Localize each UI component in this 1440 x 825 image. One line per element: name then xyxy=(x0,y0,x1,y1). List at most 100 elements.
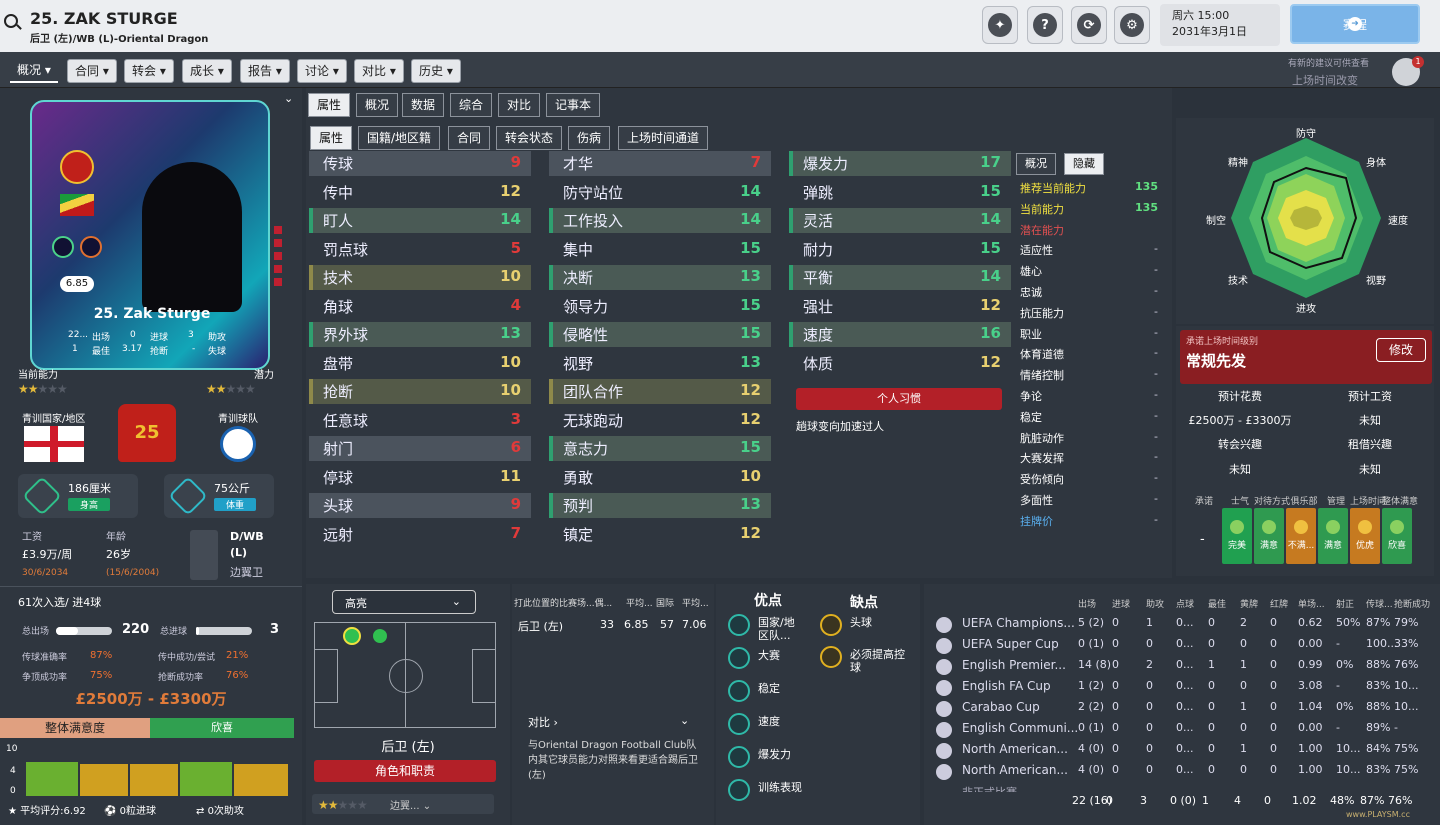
happiness-cell[interactable]: 满意 xyxy=(1254,508,1284,564)
weakness-item[interactable]: 必须提高控球 xyxy=(850,648,910,674)
attribute-row[interactable]: 远射 7 xyxy=(309,522,531,547)
chevron-down-icon[interactable]: ⌄ xyxy=(284,92,293,105)
table-header[interactable]: 助攻 xyxy=(1146,597,1164,610)
tab-transfer[interactable]: 转会 ▾ xyxy=(124,59,174,83)
notification-text[interactable]: 有新的建议可供查看 xyxy=(1288,56,1369,69)
tab-hidden-overview[interactable]: 概况 xyxy=(1016,153,1056,175)
competition-name[interactable]: English Communi... xyxy=(962,721,1078,735)
tab-data[interactable]: 数据 xyxy=(402,93,445,117)
compare-toggle[interactable]: 对比 › xyxy=(528,714,558,730)
table-header[interactable]: 进球 xyxy=(1112,597,1130,610)
continue-button[interactable]: 赛程➜ xyxy=(1290,4,1420,44)
attribute-row[interactable]: 速度 16 xyxy=(789,322,1011,347)
attribute-row[interactable]: 侵略性 15 xyxy=(549,322,771,347)
attribute-row[interactable]: 领导力 15 xyxy=(549,294,771,319)
table-header[interactable]: 点球 xyxy=(1176,597,1194,610)
tab-profile[interactable]: 概况 xyxy=(356,93,399,117)
attribute-row[interactable]: 平衡 14 xyxy=(789,265,1011,290)
attribute-row[interactable]: 盯人 14 xyxy=(309,208,531,233)
happiness-cell[interactable]: 满意 xyxy=(1318,508,1348,564)
notification-text-2[interactable]: 上场时间改变 xyxy=(1292,72,1358,88)
table-header[interactable]: 出场 xyxy=(1078,597,1096,610)
competition-name[interactable]: English FA Cup xyxy=(962,679,1051,693)
strength-item[interactable]: 爆发力 xyxy=(758,748,802,761)
attribute-row[interactable]: 体质 12 xyxy=(789,351,1011,376)
tab-overall[interactable]: 综合 xyxy=(450,93,493,117)
role-select[interactable]: ★★★★★ 边翼... ⌄ xyxy=(312,794,494,814)
attribute-row[interactable]: 决断 13 xyxy=(549,265,771,290)
competition-name[interactable]: North American... xyxy=(962,742,1068,756)
attribute-row[interactable]: 爆发力 17 xyxy=(789,151,1011,176)
happiness-cell[interactable]: 优虎 xyxy=(1350,508,1380,564)
table-header[interactable]: 射正 xyxy=(1336,597,1354,610)
strength-item[interactable]: 速度 xyxy=(758,715,802,728)
table-header[interactable]: 红牌 xyxy=(1270,597,1288,610)
card-dots[interactable] xyxy=(274,226,282,286)
refresh-button[interactable]: ⟳ xyxy=(1071,6,1107,44)
attribute-row[interactable]: 技术 10 xyxy=(309,265,531,290)
attribute-row[interactable]: 意志力 15 xyxy=(549,436,771,461)
subtab-injury[interactable]: 伤病 xyxy=(568,126,611,150)
role-duty-button[interactable]: 角色和职责 xyxy=(314,760,496,782)
subtab-transfer[interactable]: 转会状态 xyxy=(496,126,563,150)
competition-name[interactable]: English Premier... xyxy=(962,658,1066,672)
strength-item[interactable]: 大赛 xyxy=(758,649,802,662)
subtab-contract[interactable]: 合同 xyxy=(448,126,491,150)
attribute-row[interactable]: 镇定 12 xyxy=(549,522,771,547)
attribute-row[interactable]: 团队合作 12 xyxy=(549,379,771,404)
happiness-cell[interactable]: 完美 xyxy=(1222,508,1252,564)
tab-reports[interactable]: 报告 ▾ xyxy=(240,59,290,83)
tab-compare-2[interactable]: 对比 xyxy=(498,93,541,117)
happiness-cell[interactable]: 欣喜 xyxy=(1382,508,1412,564)
attribute-row[interactable]: 传中 12 xyxy=(309,180,531,205)
tab-notes[interactable]: 记事本 xyxy=(546,93,601,117)
attribute-row[interactable]: 传球 9 xyxy=(309,151,531,176)
table-header[interactable]: 最佳 xyxy=(1208,597,1226,610)
tab-contract[interactable]: 合同 ▾ xyxy=(67,59,117,83)
table-header[interactable]: 抢断成功 xyxy=(1394,597,1430,610)
tab-hidden[interactable]: 隐藏 xyxy=(1064,153,1104,175)
tab-development[interactable]: 成长 ▾ xyxy=(182,59,232,83)
attribute-row[interactable]: 停球 11 xyxy=(309,465,531,490)
competition-name[interactable]: Carabao Cup xyxy=(962,700,1040,714)
attribute-row[interactable]: 视野 13 xyxy=(549,351,771,376)
subtab-playtime[interactable]: 上场时间通道 xyxy=(618,126,709,150)
attribute-row[interactable]: 集中 15 xyxy=(549,237,771,262)
happiness-cell[interactable]: 不满... xyxy=(1286,508,1316,564)
table-header[interactable]: 黄牌 xyxy=(1240,597,1258,610)
chevron-down-icon[interactable]: ⌄ xyxy=(680,714,689,727)
attribute-row[interactable]: 界外球 13 xyxy=(309,322,531,347)
attribute-row[interactable]: 角球 4 xyxy=(309,294,531,319)
strength-item[interactable]: 训练表现 xyxy=(758,781,802,794)
help-button[interactable]: ? xyxy=(1027,6,1063,44)
subtab-attributes[interactable]: 属性 xyxy=(310,126,353,150)
attribute-row[interactable]: 盘带 10 xyxy=(309,351,531,376)
competition-name[interactable]: North American... xyxy=(962,763,1068,777)
strength-item[interactable]: 国家/地区队... xyxy=(758,616,802,642)
attribute-row[interactable]: 弹跳 15 xyxy=(789,180,1011,205)
tab-compare[interactable]: 对比 ▾ xyxy=(354,59,404,83)
attribute-row[interactable]: 防守站位 14 xyxy=(549,180,771,205)
table-header[interactable]: 传球... xyxy=(1366,597,1393,610)
attribute-row[interactable]: 射门 6 xyxy=(309,436,531,461)
strength-item[interactable]: 稳定 xyxy=(758,682,802,695)
attribute-row[interactable]: 灵活 14 xyxy=(789,208,1011,233)
tab-history[interactable]: 历史 ▾ xyxy=(411,59,461,83)
attribute-row[interactable]: 无球跑动 12 xyxy=(549,408,771,433)
weakness-item[interactable]: 头球 xyxy=(850,616,910,629)
tab-overview[interactable]: 概况 ▾ xyxy=(10,59,58,83)
edit-button[interactable]: 修改 xyxy=(1376,338,1426,362)
bulb-button[interactable]: ✦ xyxy=(982,6,1018,44)
attribute-row[interactable]: 耐力 15 xyxy=(789,237,1011,262)
tab-attributes[interactable]: 属性 xyxy=(308,93,351,117)
attribute-row[interactable]: 才华 7 xyxy=(549,151,771,176)
settings-button[interactable]: ⚙ xyxy=(1114,6,1150,44)
attribute-row[interactable]: 头球 9 xyxy=(309,493,531,518)
avatar-button[interactable]: 1 xyxy=(1392,56,1424,86)
competition-name[interactable]: UEFA Super Cup xyxy=(962,637,1059,651)
attribute-row[interactable]: 工作投入 14 xyxy=(549,208,771,233)
attribute-row[interactable]: 预判 13 xyxy=(549,493,771,518)
attribute-row[interactable]: 抢断 10 xyxy=(309,379,531,404)
subtab-nationality[interactable]: 国籍/地区籍 xyxy=(358,126,441,150)
attribute-row[interactable]: 任意球 3 xyxy=(309,408,531,433)
